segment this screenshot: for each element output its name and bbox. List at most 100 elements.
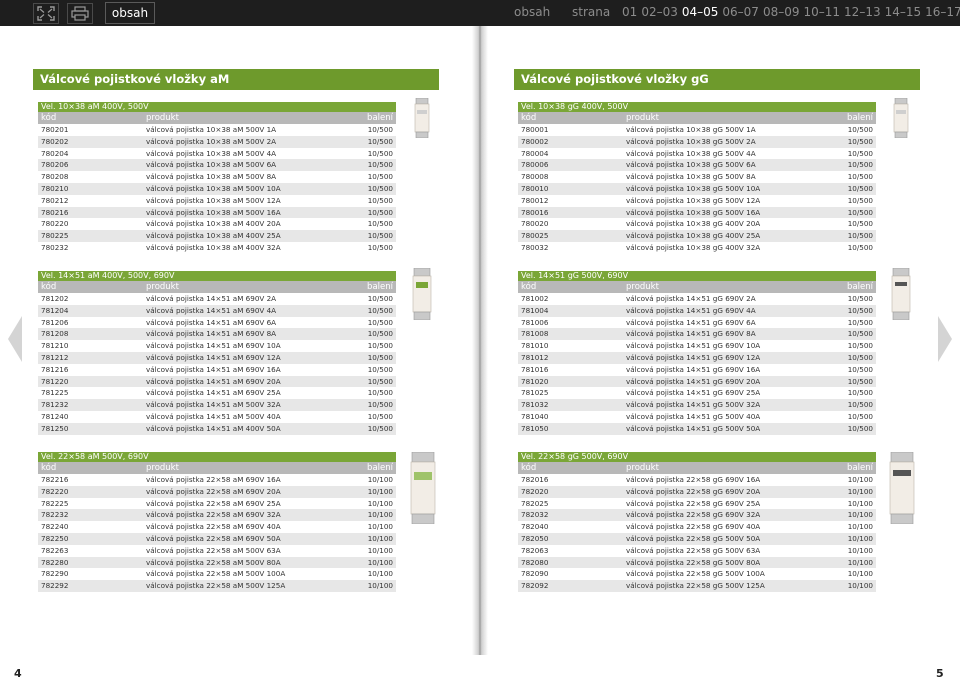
table-row: 781240 válcová pojistka 14×51 aM 500V 40A… [38,411,396,423]
cell-packaging: 10/500 [847,136,873,146]
cell-packaging: 10/500 [367,364,393,374]
cell-product: válcová pojistka 10×38 gG 500V 8A [626,172,756,182]
table-row: 782090 válcová pojistka 22×58 gG 500V 100… [518,568,876,580]
table-row: 780002 válcová pojistka 10×38 gG 500V 2A 1… [518,135,876,148]
cell-product: válcová pojistka 22×58 gG 690V 32A [626,510,761,520]
next-page-arrow-icon[interactable] [938,316,952,362]
nav-page-link[interactable]: 04–05 [682,5,719,19]
column-header: kód [41,463,57,473]
table-row: 781216 válcová pojistka 14×51 aM 690V 16A… [38,364,396,376]
cell-code: 782016 [521,475,549,484]
fuse-image [414,98,430,138]
cell-packaging: 10/100 [847,510,873,520]
cell-product: válcová pojistka 22×58 aM 690V 50A [146,533,281,543]
nav-obsah-link[interactable]: obsah [514,5,550,19]
cell-code: 781216 [41,364,69,374]
table-row: 780220 válcová pojistka 10×38 aM 400V 20A… [38,218,396,230]
fuse-image [410,452,436,524]
cell-product: válcová pojistka 10×38 gG 500V 12A [626,195,761,205]
table-right-10x38: Vel. 10×38 gG 400V, 500V kód produkt balení… [518,102,876,254]
previous-page-arrow-icon[interactable] [8,316,22,362]
column-header: produkt [146,113,179,123]
fuse-image [893,98,909,138]
table-row: 780020 válcová pojistka 10×38 gG 400V 20A… [518,218,876,230]
table-row: 782092 válcová pojistka 22×58 gG 500V 125… [518,580,876,592]
table-row: 780210 válcová pojistka 10×38 aM 500V 10A… [38,182,396,195]
table-row: 780204 válcová pojistka 10×38 aM 500V 4A 1… [38,148,396,160]
table-row: 782032 válcová pojistka 22×58 gG 690V 32A… [518,509,876,522]
cell-packaging: 10/500 [367,148,393,158]
cell-packaging: 10/500 [847,317,873,327]
expand-button[interactable] [33,3,59,24]
cell-packaging: 10/500 [367,183,393,193]
cell-product: válcová pojistka 22×58 gG 500V 50A [626,533,761,543]
cell-product: válcová pojistka 10×38 aM 500V 8A [146,172,277,182]
table-row: 781202 válcová pojistka 14×51 aM 690V 2A 1… [38,293,396,305]
cell-packaging: 10/500 [847,125,873,134]
cell-code: 780012 [521,195,549,205]
print-button[interactable] [67,3,93,24]
cell-code: 780025 [521,231,549,241]
cell-code: 781232 [41,400,69,410]
cell-product: válcová pojistka 14×51 aM 400V 50A [146,423,281,433]
table-header: kód produkt balení [518,281,876,293]
table-row: 782232 válcová pojistka 22×58 aM 690V 32A… [38,509,396,522]
cell-packaging: 10/100 [847,557,873,567]
nav-page-link[interactable]: 16–17 [925,5,960,19]
cell-packaging: 10/500 [367,400,393,410]
cell-product: válcová pojistka 14×51 gG 500V 32A [626,400,761,410]
page-number-left: 4 [14,667,22,680]
cell-product: válcová pojistka 10×38 aM 400V 20A [146,219,281,229]
print-icon [71,6,89,21]
table-row: 781016 válcová pojistka 14×51 gG 690V 16A… [518,364,876,376]
cell-product: válcová pojistka 10×38 aM 400V 25A [146,231,281,241]
cell-code: 780020 [521,219,549,229]
nav-page-link[interactable]: 01 [622,5,637,19]
table-caption: Vel. 22×58 aM 500V, 690V [38,452,396,462]
column-header: balení [367,282,393,292]
cell-product: válcová pojistka 10×38 gG 500V 1A [626,125,756,134]
cell-packaging: 10/500 [367,219,393,229]
nav-page-link[interactable]: 12–13 [844,5,881,19]
nav-page-link[interactable]: 10–11 [804,5,841,19]
table-row: 780012 válcová pojistka 10×38 gG 500V 12A… [518,195,876,207]
cell-packaging: 10/100 [367,486,393,496]
table-row: 781010 válcová pojistka 14×51 gG 690V 10A… [518,340,876,352]
obsah-button[interactable]: obsah [105,2,155,24]
nav-page-link[interactable]: 02–03 [641,5,678,19]
cell-product: válcová pojistka 22×58 aM 500V 63A [146,545,281,555]
table-right-14x51: Vel. 14×51 gG 500V, 690V kód produkt balení… [518,271,876,435]
column-header: produkt [626,463,659,473]
table-row: 781025 válcová pojistka 14×51 gG 690V 25A… [518,387,876,399]
cell-product: válcová pojistka 22×58 gG 500V 100A [626,569,765,579]
cell-code: 781208 [41,329,69,339]
cell-product: válcová pojistka 14×51 aM 690V 16A [146,364,281,374]
cell-product: válcová pojistka 10×38 aM 500V 2A [146,136,277,146]
cell-product: válcová pojistka 14×51 aM 690V 8A [146,329,277,339]
cell-code: 782092 [521,581,549,591]
cell-product: válcová pojistka 10×38 aM 500V 16A [146,207,281,217]
table-row: 782240 válcová pojistka 22×58 aM 690V 40A… [38,521,396,533]
nav-page-link[interactable]: 08–09 [763,5,800,19]
cell-product: válcová pojistka 22×58 aM 690V 32A [146,510,281,520]
fuse-image [889,452,915,524]
cell-packaging: 10/100 [847,533,873,543]
cell-product: válcová pojistka 10×38 gG 400V 32A [626,242,761,252]
cell-product: válcová pojistka 10×38 aM 500V 6A [146,160,277,170]
cell-code: 781250 [41,423,69,433]
page-navigation: obsah strana 01 02–03 04–05 06–07 08–09 10–11… [514,5,960,19]
cell-packaging: 10/500 [367,411,393,421]
cell-product: válcová pojistka 14×51 aM 690V 10A [146,341,281,351]
expand-icon [37,6,55,21]
cell-product: válcová pojistka 10×38 aM 500V 12A [146,195,281,205]
page-number-right: 5 [936,667,944,680]
cell-product: válcová pojistka 22×58 gG 500V 80A [626,557,761,567]
cell-packaging: 10/500 [367,305,393,315]
cell-code: 781010 [521,341,549,351]
column-header: produkt [146,463,179,473]
cell-product: válcová pojistka 22×58 aM 690V 25A [146,498,281,508]
nav-page-link[interactable]: 14–15 [885,5,922,19]
nav-page-link[interactable]: 06–07 [722,5,759,19]
cell-code: 781210 [41,341,69,351]
cell-code: 780206 [41,160,69,170]
